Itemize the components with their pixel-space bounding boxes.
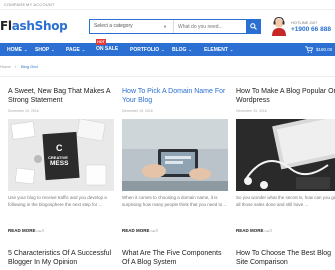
chevron-down-icon: ⌄ bbox=[81, 47, 86, 52]
chevron-down-icon: ⌄ bbox=[188, 47, 192, 52]
chevron-down-icon: ⌄ bbox=[51, 47, 55, 52]
blog-post-card: How To Make A Blog Popular On Wordpress … bbox=[236, 88, 335, 238]
main-nav: Home ⌄ Shop ⌄ Page ⌄ HOT On Sale Portfolio ⌄… bbox=[0, 39, 335, 56]
top-bar: Compare My Account bbox=[0, 0, 335, 10]
cart-total[interactable]: $180.00 bbox=[316, 43, 332, 56]
post-excerpt: So you wonder what the secret is, how ca… bbox=[236, 195, 335, 207]
comment-count-value: 0 bbox=[155, 228, 159, 233]
nav-item-label: On Sale bbox=[96, 46, 119, 52]
blog-post-card: 5 Characteristics Of A Successful Blogge… bbox=[8, 250, 114, 270]
search-icon bbox=[250, 23, 257, 30]
search-button[interactable] bbox=[246, 19, 261, 34]
nav-item-element[interactable]: Element ⌄ bbox=[204, 43, 233, 56]
nav-item-home[interactable]: Home ⌄ bbox=[7, 43, 27, 56]
blog-post-card: How To Pick A Domain Name For Your Blog … bbox=[122, 88, 228, 238]
blog-post-card: A Sweet, New Bag That Makes A Strong Sta… bbox=[8, 88, 114, 238]
nav-item-label: Blog bbox=[172, 47, 187, 53]
search-input[interactable] bbox=[178, 21, 242, 32]
nav-item-portfolio[interactable]: Portfolio ⌄ bbox=[130, 43, 165, 56]
breadcrumb-current: Blog Grid bbox=[21, 64, 38, 69]
nav-item-label: Page bbox=[66, 47, 80, 53]
comment-count-value: 0 bbox=[269, 228, 273, 233]
post-title[interactable]: How To Choose The Best Blog Site Compari… bbox=[236, 250, 335, 267]
nav-item-label: Home bbox=[7, 47, 22, 53]
chevron-down-icon: ⌄ bbox=[229, 47, 234, 52]
post-image[interactable] bbox=[236, 119, 335, 191]
nav-item-on-sale[interactable]: On Sale bbox=[96, 43, 118, 56]
hotline-number[interactable]: +1900 66 888 bbox=[291, 26, 331, 33]
post-image-graphic bbox=[236, 119, 335, 191]
post-date: December 19, 2016 bbox=[236, 109, 267, 113]
logo-text-part1: Fl bbox=[0, 19, 12, 33]
nav-item-page[interactable]: Page ⌄ bbox=[66, 43, 85, 56]
comment-count[interactable]: ▭ 0 bbox=[36, 228, 44, 234]
search-bar: Select a category ▼ bbox=[89, 19, 261, 34]
post-title[interactable]: What Are The Five Components Of A Blog S… bbox=[122, 250, 228, 267]
post-image[interactable] bbox=[122, 119, 228, 191]
post-date: December 19, 2016 bbox=[8, 109, 39, 113]
logo[interactable]: FlashShop bbox=[0, 19, 68, 33]
chevron-down-icon: ▼ bbox=[163, 24, 167, 29]
breadcrumb-separator: / bbox=[15, 64, 17, 69]
blog-post-card: What Are The Five Components Of A Blog S… bbox=[122, 250, 228, 270]
chevron-down-icon: ⌄ bbox=[161, 47, 165, 52]
cart-icon[interactable] bbox=[305, 46, 313, 53]
category-select-label: Select a category bbox=[94, 23, 133, 29]
support-agent-icon bbox=[272, 16, 286, 36]
post-title[interactable]: A Sweet, New Bag That Makes A Strong Sta… bbox=[8, 88, 114, 105]
read-more-label: Read More bbox=[236, 228, 264, 233]
post-date: December 19, 2016 bbox=[122, 109, 153, 113]
post-image-graphic bbox=[122, 119, 228, 191]
chevron-down-icon: ⌄ bbox=[24, 47, 28, 52]
post-title[interactable]: How To Pick A Domain Name For Your Blog bbox=[122, 88, 228, 105]
nav-item-label: Portfolio bbox=[130, 47, 160, 53]
nav-item-label: Shop bbox=[35, 47, 50, 53]
post-excerpt: When it comes to choosing a domain name,… bbox=[122, 195, 228, 207]
nav-item-shop[interactable]: Shop ⌄ bbox=[35, 43, 55, 56]
hotline: HOTLINE 24/7 +1900 66 888 bbox=[271, 16, 335, 38]
post-excerpt: Use your blog to receive traffic and you… bbox=[8, 195, 107, 207]
comment-count[interactable]: ▭ 0 bbox=[150, 228, 158, 234]
post-title[interactable]: 5 Characteristics Of A Successful Blogge… bbox=[8, 250, 114, 267]
post-title[interactable]: How To Make A Blog Popular On Wordpress bbox=[236, 88, 335, 105]
comment-count[interactable]: ▭ 0 bbox=[264, 228, 272, 234]
logo-text-part2: ashShop bbox=[11, 19, 68, 33]
header: FlashShop Select a category ▼ HOTLINE 24… bbox=[0, 10, 335, 43]
breadcrumb-home[interactable]: Home bbox=[0, 64, 11, 69]
hotline-label: HOTLINE 24/7 bbox=[291, 20, 318, 25]
post-image[interactable]: C CREATIVE MESS bbox=[8, 119, 114, 191]
nav-item-label: Element bbox=[204, 47, 228, 53]
comment-count-value: 0 bbox=[41, 228, 45, 233]
image-text-mess: MESS bbox=[50, 160, 69, 167]
category-select[interactable]: Select a category ▼ bbox=[90, 20, 174, 33]
image-text-c: C bbox=[56, 143, 63, 153]
divider bbox=[0, 76, 335, 77]
blog-post-card: How To Choose The Best Blog Site Compari… bbox=[236, 250, 335, 270]
nav-item-blog[interactable]: Blog ⌄ bbox=[172, 43, 192, 56]
read-more-label: Read More bbox=[122, 228, 150, 233]
compare-link[interactable]: Compare bbox=[4, 2, 25, 7]
read-more-label: Read More bbox=[8, 228, 36, 233]
my-account-link[interactable]: My Account bbox=[26, 2, 55, 7]
